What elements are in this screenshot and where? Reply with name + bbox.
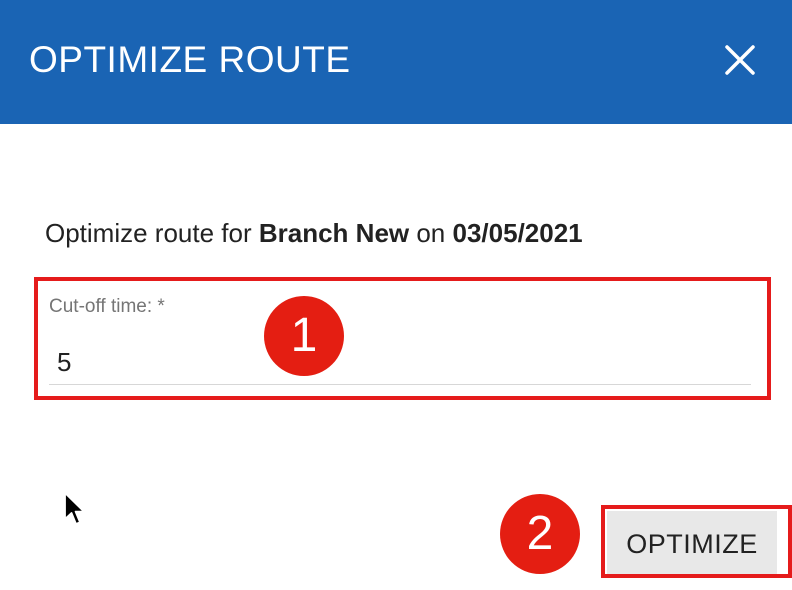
cutoff-time-label: Cut-off time: *	[49, 296, 165, 317]
step-1-badge: 1	[264, 296, 344, 376]
description-middle: on	[409, 218, 453, 248]
dialog-description: Optimize route for Branch New on 03/05/2…	[45, 216, 583, 250]
optimize-button-highlight	[601, 505, 792, 578]
mouse-pointer-icon	[64, 492, 85, 525]
dialog-title: OPTIMIZE ROUTE	[29, 39, 351, 80]
route-date: 03/05/2021	[452, 218, 583, 248]
close-button[interactable]	[718, 38, 762, 82]
cutoff-time-input[interactable]	[49, 340, 751, 385]
close-icon	[725, 45, 755, 75]
branch-name: Branch New	[258, 218, 410, 248]
dialog-header: OPTIMIZE ROUTE	[0, 0, 792, 124]
optimize-route-dialog: OPTIMIZE ROUTE Optimize route for Branch…	[0, 0, 792, 590]
step-2-badge: 2	[500, 494, 580, 574]
description-prefix: Optimize route for	[45, 218, 259, 248]
